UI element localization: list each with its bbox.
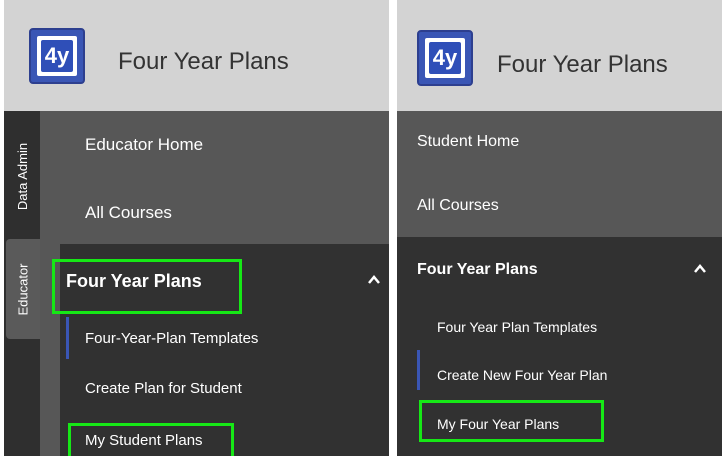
- app-header: 4y Four Year Plans: [4, 0, 389, 111]
- tab-data-admin[interactable]: Data Admin: [6, 127, 40, 225]
- logo-badge: 4y: [429, 42, 461, 74]
- active-indicator: [417, 350, 420, 390]
- nav-all-courses[interactable]: All Courses: [417, 197, 499, 215]
- nav-all-courses[interactable]: All Courses: [85, 203, 172, 223]
- submenu-item-create-new[interactable]: Create New Four Year Plan: [437, 367, 607, 383]
- educator-sidebar-panel: 4y Four Year Plans Data Admin Educator E…: [4, 0, 389, 456]
- active-indicator: [66, 317, 69, 359]
- nav-menu: Educator Home All Courses Four Year Plan…: [40, 111, 389, 456]
- submenu-item-templates[interactable]: Four Year Plan Templates: [437, 319, 597, 335]
- tab-educator[interactable]: Educator: [6, 239, 40, 339]
- submenu-item-create-plan[interactable]: Create Plan for Student: [85, 380, 242, 397]
- app-logo[interactable]: 4y: [417, 30, 473, 86]
- nav-menu: Student Home All Courses Four Year Plans…: [397, 111, 722, 456]
- submenu-item-my-four-year-plans[interactable]: My Four Year Plans: [437, 416, 559, 432]
- submenu-item-templates[interactable]: Four-Year-Plan Templates: [85, 330, 258, 347]
- role-tab-rail: Data Admin Educator: [4, 111, 40, 456]
- nav-educator-home[interactable]: Educator Home: [85, 135, 203, 155]
- app-title: Four Year Plans: [118, 48, 289, 75]
- section-four-year-plans[interactable]: Four Year Plans: [417, 261, 538, 279]
- logo-frame: 4y: [37, 36, 77, 76]
- chevron-up-icon[interactable]: [693, 262, 707, 276]
- student-sidebar-panel: 4y Four Year Plans Student Home All Cour…: [397, 0, 722, 456]
- chevron-up-icon[interactable]: [367, 273, 381, 287]
- four-year-plans-submenu: Four Year Plans Four Year Plan Templates…: [397, 237, 722, 456]
- section-four-year-plans[interactable]: Four Year Plans: [66, 271, 202, 292]
- tab-data-admin-label: Data Admin: [15, 142, 31, 210]
- app-logo[interactable]: 4y: [29, 28, 85, 84]
- app-header: 4y Four Year Plans: [397, 0, 722, 111]
- app-title: Four Year Plans: [497, 51, 668, 78]
- nav-student-home[interactable]: Student Home: [417, 133, 519, 151]
- logo-badge: 4y: [41, 40, 73, 72]
- tab-educator-label: Educator: [15, 262, 31, 316]
- four-year-plans-submenu: Four Year Plans Four-Year-Plan Templates…: [52, 244, 389, 456]
- logo-frame: 4y: [425, 38, 465, 78]
- submenu-item-my-student-plans[interactable]: My Student Plans: [85, 432, 203, 449]
